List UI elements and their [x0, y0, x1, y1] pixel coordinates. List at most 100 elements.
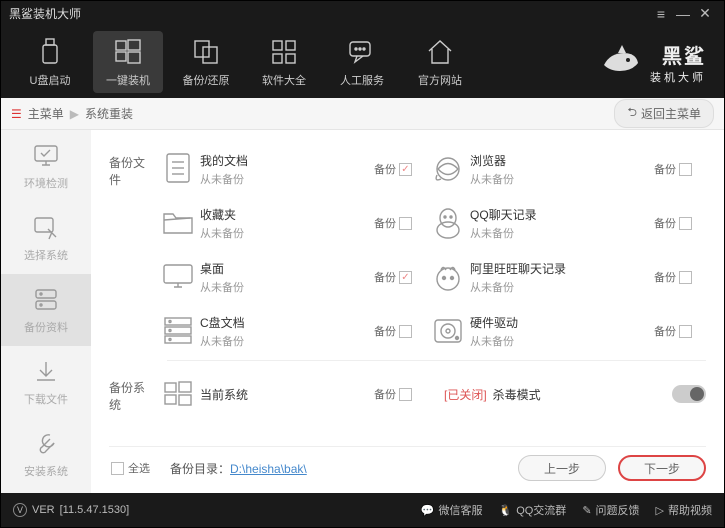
select-all-checkbox[interactable]: 全选	[111, 460, 150, 476]
step-label: 选择系统	[24, 247, 68, 263]
step-env[interactable]: 环境检测	[1, 130, 91, 202]
item-sub: 从未备份	[200, 279, 374, 295]
step-backup[interactable]: 备份资料	[1, 274, 91, 346]
nav-label: 一键装机	[106, 72, 150, 88]
av-toggle[interactable]	[672, 385, 706, 403]
item-name: 浏览器	[470, 152, 654, 169]
grid-icon	[269, 36, 299, 68]
link-help[interactable]: ▷帮助视频	[656, 502, 712, 518]
server-stack-icon	[156, 311, 200, 351]
item-name: 当前系统	[200, 386, 374, 403]
divider	[167, 360, 706, 361]
item-cdrive: C盘文档从未备份 备份	[156, 311, 426, 351]
statusbar: V VER[11.5.47.1530] 💬微信客服 🐧QQ交流群 ✎问题反馈 ▷…	[1, 493, 724, 527]
av-status: [已关闭]	[444, 386, 487, 403]
item-wangwang: 阿里旺旺聊天记录从未备份 备份	[426, 257, 706, 297]
item-name: 阿里旺旺聊天记录	[470, 260, 654, 277]
brand-sub: 装机大师	[650, 69, 706, 85]
monitor-check-icon	[32, 141, 60, 171]
dir-label: 备份目录：	[170, 462, 230, 476]
next-button[interactable]: 下一步	[618, 455, 706, 481]
backup-checkbox[interactable]: 备份✓	[374, 161, 426, 177]
nav-backup[interactable]: 备份/还原	[171, 31, 241, 93]
item-driver: 硬件驱动从未备份 备份	[426, 311, 706, 351]
nav-software[interactable]: 软件大全	[249, 31, 319, 93]
shark-icon	[598, 41, 642, 84]
cursor-icon	[32, 213, 60, 243]
av-label: 杀毒模式	[493, 386, 541, 403]
item-name: QQ聊天记录	[470, 206, 654, 223]
step-download[interactable]: 下载文件	[1, 346, 91, 418]
crumb-root[interactable]: 主菜单	[28, 105, 64, 122]
qq-small-icon: 🐧	[498, 504, 512, 517]
item-name: C盘文档	[200, 314, 374, 331]
backup-dir: 备份目录：D:\heisha\bak\	[170, 460, 307, 477]
nav-website[interactable]: 官方网站	[405, 31, 475, 93]
backup-checkbox[interactable]: 备份	[654, 323, 706, 339]
nav-label: 人工服务	[340, 72, 384, 88]
step-select[interactable]: 选择系统	[1, 202, 91, 274]
main: 环境检测 选择系统 备份资料 下载文件 安装系统 备份文件 我的文	[1, 130, 724, 493]
backup-checkbox[interactable]: 备份	[654, 215, 706, 231]
list-icon: ☰	[11, 107, 22, 121]
crumb-current: 系统重装	[85, 105, 133, 122]
backup-system-section: 备份系统 当前系统 备份 [已关闭] 杀毒模式	[109, 367, 706, 421]
item-name: 硬件驱动	[470, 314, 654, 331]
backup-checkbox[interactable]: 备份	[654, 161, 706, 177]
download-icon	[32, 357, 60, 387]
window-title: 黑鲨装机大师	[9, 5, 650, 22]
item-sub: 从未备份	[200, 171, 374, 187]
document-icon	[156, 149, 200, 189]
nav-label: 软件大全	[262, 72, 306, 88]
item-browser: 浏览器从未备份 备份	[426, 149, 706, 189]
chevron-right-icon: ▶	[70, 107, 79, 121]
item-name: 我的文档	[200, 152, 374, 169]
link-feedback[interactable]: ✎问题反馈	[582, 502, 639, 518]
nav-label: 官方网站	[418, 72, 462, 88]
top-nav: U盘启动 一键装机 备份/还原 软件大全 人工服务 官方网站 黑鲨 装机大师	[1, 26, 724, 98]
item-sub: 从未备份	[200, 333, 374, 349]
antivirus-mode: [已关闭] 杀毒模式	[426, 385, 706, 403]
qq-icon	[426, 203, 470, 243]
wangwang-icon	[426, 257, 470, 297]
backup-checkbox[interactable]: 备份	[374, 323, 426, 339]
nav-usb[interactable]: U盘启动	[15, 31, 85, 93]
backup-checkbox[interactable]: 备份	[374, 215, 426, 231]
backup-files-section: 备份文件 我的文档从未备份 备份✓ 浏览器从未备份 备份	[109, 142, 706, 358]
step-install[interactable]: 安装系统	[1, 418, 91, 490]
windows-icon	[113, 36, 143, 68]
copy-icon	[191, 36, 221, 68]
prev-button[interactable]: 上一步	[518, 455, 606, 481]
video-icon: ▷	[656, 504, 664, 517]
item-sub: 从未备份	[470, 333, 654, 349]
nav-service[interactable]: 人工服务	[327, 31, 397, 93]
nav-install[interactable]: 一键装机	[93, 31, 163, 93]
item-documents: 我的文档从未备份 备份✓	[156, 149, 426, 189]
item-sub: 从未备份	[470, 279, 654, 295]
wrench-icon	[32, 429, 60, 459]
menu-icon[interactable]: ≡	[650, 6, 672, 22]
server-icon	[32, 285, 60, 315]
minimize-button[interactable]: —	[672, 6, 694, 22]
home-icon	[425, 36, 455, 68]
backup-checkbox[interactable]: 备份✓	[374, 269, 426, 285]
backup-checkbox[interactable]: 备份	[374, 386, 426, 402]
link-wechat[interactable]: 💬微信客服	[421, 502, 483, 518]
step-label: 环境检测	[24, 175, 68, 191]
brand: 黑鲨 装机大师	[598, 40, 714, 85]
dir-link[interactable]: D:\heisha\bak\	[230, 462, 307, 476]
backup-checkbox[interactable]: 备份	[654, 269, 706, 285]
usb-icon	[37, 36, 63, 68]
ie-icon	[426, 149, 470, 189]
close-button[interactable]: ✕	[694, 5, 716, 22]
item-name: 收藏夹	[200, 206, 374, 223]
link-qq[interactable]: 🐧QQ交流群	[498, 502, 566, 518]
feedback-icon: ✎	[582, 504, 591, 517]
breadcrumb: ☰ 主菜单 ▶ 系统重装 ⮌返回主菜单	[1, 98, 724, 130]
back-button[interactable]: ⮌返回主菜单	[614, 99, 714, 128]
item-sub: 从未备份	[200, 225, 374, 241]
chat-icon	[347, 36, 377, 68]
item-favorites: 收藏夹从未备份 备份	[156, 203, 426, 243]
sidebar: 环境检测 选择系统 备份资料 下载文件 安装系统	[1, 130, 91, 493]
titlebar: 黑鲨装机大师 ≡ — ✕	[1, 1, 724, 26]
